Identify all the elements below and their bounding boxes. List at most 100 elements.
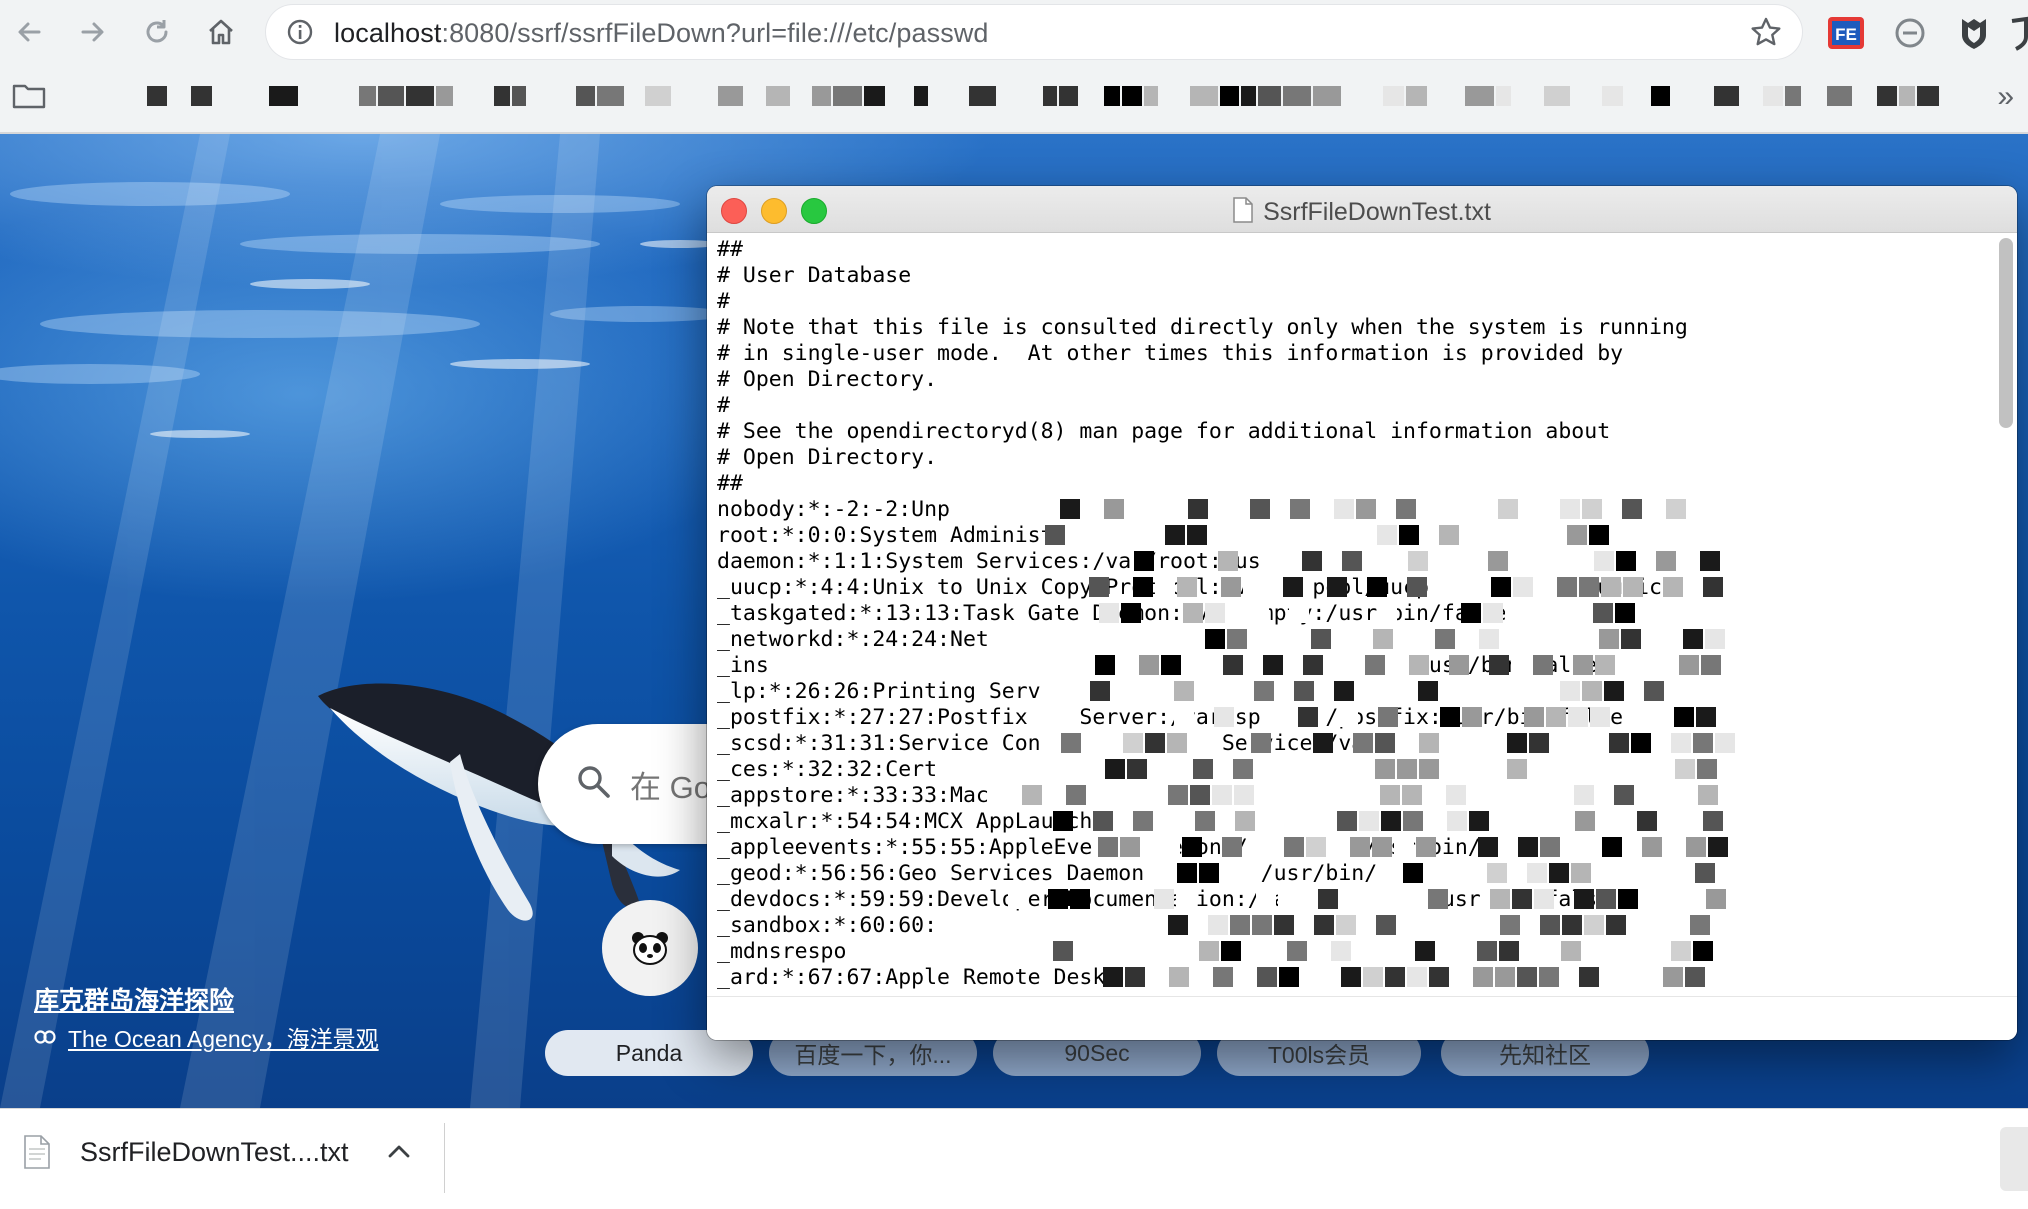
redaction-block	[1473, 967, 1493, 987]
folder-icon[interactable]	[12, 82, 46, 110]
bookmark-pixel	[1043, 86, 1057, 106]
file-line: _geod:*:56:56:Geo Services Daemon /usr/b…	[717, 861, 1378, 886]
redaction-block	[1289, 629, 1309, 649]
redaction-block	[1134, 681, 1154, 701]
redaction-block	[1697, 759, 1717, 779]
file-line: #	[717, 289, 730, 314]
file-line: #	[717, 393, 730, 418]
redaction-block	[1363, 967, 1383, 987]
redaction-block	[1690, 915, 1710, 935]
redaction-block	[1571, 603, 1591, 623]
address-bar[interactable]: localhost:8080/ssrf/ssrfFileDown?url=fil…	[266, 5, 1802, 59]
redaction-block	[1685, 967, 1705, 987]
bookmark-pixel	[1544, 86, 1570, 106]
redaction-block	[1480, 681, 1500, 701]
bookmark-pixel	[1313, 86, 1341, 106]
redaction-block	[1381, 811, 1401, 831]
redaction-block	[1334, 681, 1354, 701]
redaction-block	[1125, 525, 1145, 545]
bookmark-pixel	[359, 86, 376, 106]
file-line: _appstore:*:33:33:Mac	[717, 783, 989, 808]
redaction-block	[1664, 837, 1684, 857]
bookmark-pixel	[1190, 86, 1218, 106]
redaction-block	[1336, 915, 1356, 935]
redaction-block	[1419, 733, 1439, 753]
redaction-block	[1708, 837, 1728, 857]
shield-extension-icon[interactable]	[1954, 13, 1994, 53]
reload-button[interactable]	[134, 9, 180, 55]
back-button[interactable]	[6, 9, 52, 55]
site-info-icon[interactable]	[286, 18, 314, 46]
download-item[interactable]: SsrfFileDownTest....txt	[24, 1135, 349, 1169]
redaction-block	[1574, 889, 1594, 909]
file-line: daemon:*:1:1:System Services:/var/root:/…	[717, 549, 1261, 574]
forward-button[interactable]	[70, 9, 116, 55]
redaction-block	[1208, 915, 1228, 935]
file-line: # User Database	[717, 263, 912, 288]
redaction-block	[1408, 551, 1428, 571]
redaction-block	[1407, 967, 1427, 987]
vertical-scrollbar[interactable]	[1999, 238, 2013, 428]
redaction-block	[1428, 889, 1448, 909]
shield-outline-icon[interactable]	[2008, 13, 2028, 53]
redaction-block	[1378, 707, 1398, 727]
redaction-block	[1546, 707, 1566, 727]
url-text[interactable]: localhost:8080/ssrf/ssrfFileDown?url=fil…	[334, 18, 989, 49]
redaction-block	[1205, 629, 1225, 649]
redaction-block	[1256, 889, 1276, 909]
redaction-block	[1655, 863, 1675, 883]
bookmark-pixel	[1763, 86, 1783, 106]
redaction-block	[1221, 941, 1241, 961]
redaction-block	[1698, 785, 1718, 805]
minus-circle-extension-icon[interactable]	[1890, 13, 1930, 53]
redaction-block	[1479, 629, 1499, 649]
redaction-block	[1155, 577, 1175, 597]
bookmarks-overflow-button[interactable]: »	[1997, 80, 2014, 114]
background-credit-link[interactable]: The Ocean Agency，海洋景观	[34, 1020, 379, 1054]
bookmark-pixel	[812, 86, 831, 106]
redaction-block	[1195, 811, 1215, 831]
redaction-block	[1230, 915, 1250, 935]
chevron-up-icon[interactable]	[386, 1143, 412, 1159]
file-line: _ard:*:67:67:Apple Remote Desk	[717, 965, 1106, 990]
redaction-block	[1338, 707, 1358, 727]
redaction-block	[1182, 837, 1202, 857]
panda-shortcut-tile[interactable]	[602, 900, 698, 996]
home-button[interactable]	[198, 9, 244, 55]
redaction-block	[1439, 525, 1459, 545]
redaction-block	[1394, 837, 1414, 857]
redaction-block	[1066, 785, 1086, 805]
redaction-block	[1644, 681, 1664, 701]
redaction-block	[1176, 889, 1196, 909]
bookmark-pixel	[766, 86, 790, 106]
redaction-block	[1656, 551, 1676, 571]
redaction-block	[1402, 785, 1422, 805]
bookmark-pixel	[576, 86, 595, 106]
redaction-block	[1511, 655, 1531, 675]
text-editor-area[interactable]: ## # User Database # # Note that this fi…	[707, 233, 1989, 993]
bookmark-pixel	[914, 86, 928, 106]
redaction-block	[1120, 837, 1140, 857]
redaction-block	[1127, 759, 1147, 779]
redaction-block	[1534, 889, 1554, 909]
bookmark-star-icon[interactable]	[1750, 16, 1782, 48]
redaction-block	[1705, 629, 1725, 649]
redaction-block	[1199, 863, 1219, 883]
redaction-block	[1337, 811, 1357, 831]
redaction-block	[1103, 967, 1123, 987]
background-credit-title[interactable]: 库克群岛海洋探险	[34, 981, 234, 1017]
redaction-block	[1572, 551, 1592, 571]
redaction-block	[1562, 915, 1582, 935]
redaction-block	[1606, 915, 1626, 935]
bookmark-pixel	[1496, 86, 1511, 106]
bookmark-pixel	[1383, 86, 1404, 106]
fe-extension-icon[interactable]: FE	[1826, 13, 1866, 53]
bookmark-pixel	[512, 86, 526, 106]
redaction-block	[1701, 655, 1721, 675]
svg-text:FE: FE	[1835, 25, 1857, 44]
bookmark-pixel	[1785, 86, 1801, 106]
window-titlebar[interactable]: SsrfFileDownTest.txt	[707, 186, 2017, 233]
redaction-block	[1583, 941, 1603, 961]
redaction-block	[1599, 629, 1619, 649]
file-contents[interactable]: ## # User Database # # Note that this fi…	[707, 233, 1989, 993]
